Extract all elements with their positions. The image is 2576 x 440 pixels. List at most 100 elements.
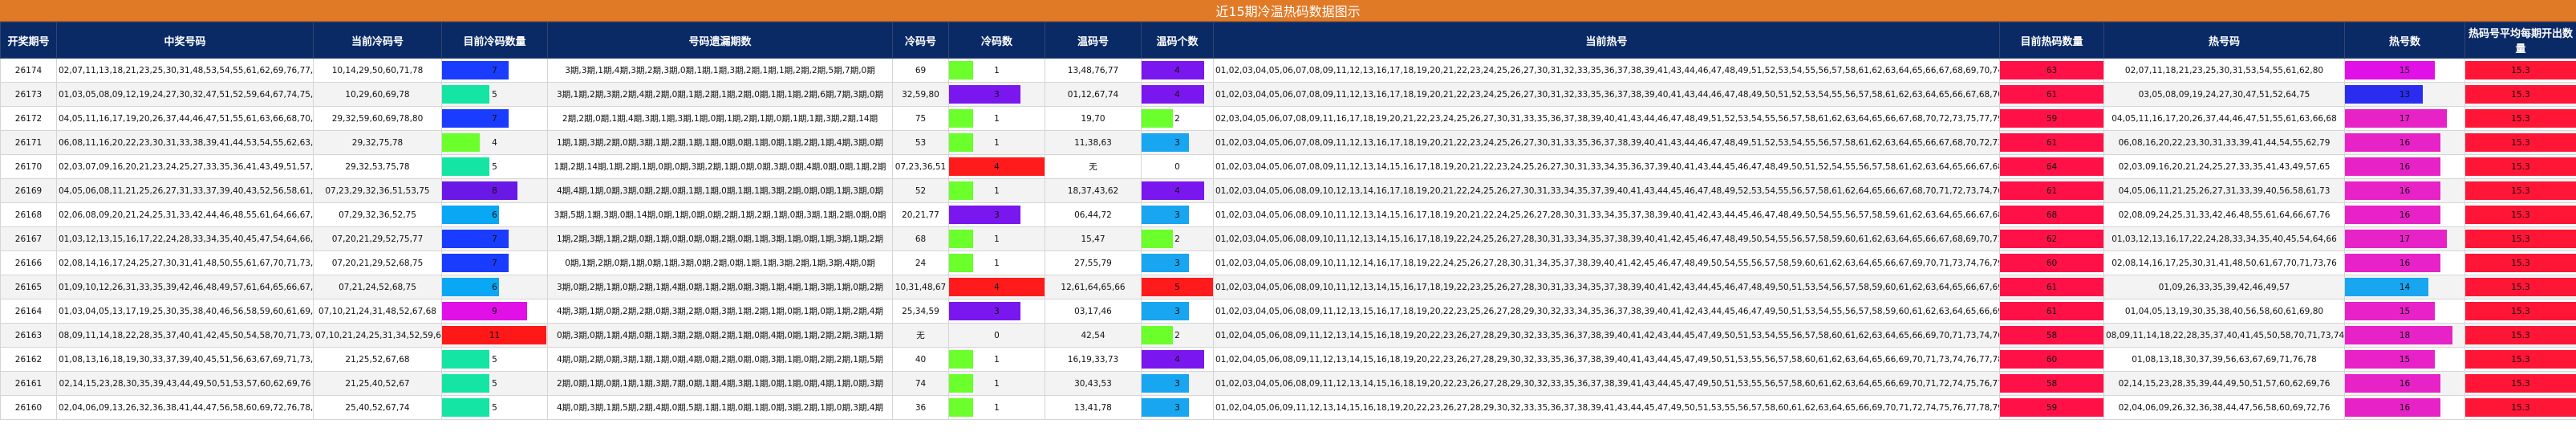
hot-average-cell: 15.3 (2464, 82, 2576, 107)
cold-n-cell: 0 (948, 323, 1045, 348)
warm-number-cell: 06,44,72 (1045, 202, 1142, 227)
cold-count-bar (442, 374, 489, 393)
hot-number-cell: 01,09,26,33,35,39,42,46,49,57 (2103, 275, 2345, 299)
header-current-cold: 当前冷码号 (313, 22, 442, 59)
table-row: 26162 01,08,13,16,18,19,30,33,37,39,40,45… (0, 347, 2576, 372)
hot-count-label: 61 (2046, 306, 2058, 316)
cold-count-bar (442, 133, 481, 152)
hot-number-cell: 02,03,09,16,20,21,24,25,27,33,35,41,43,4… (2103, 154, 2345, 179)
period-cell: 26169 (0, 178, 57, 203)
hot-average-cell: 15.3 (2464, 299, 2576, 324)
hot-number-cell: 03,05,08,09,19,24,27,30,47,51,52,64,75 (2103, 82, 2345, 107)
header-cold-number-count: 冷码数 (948, 22, 1045, 59)
cold-n-label: 1 (994, 113, 1000, 124)
hot-average-label: 15.3 (2511, 161, 2530, 172)
hot-n-bar (2345, 278, 2429, 296)
warm-count-bar (1142, 398, 1189, 417)
cold-n-cell: 1 (948, 226, 1045, 251)
hot-n-label: 17 (2399, 113, 2411, 124)
winning-numbers-cell: 01,03,04,05,13,17,19,25,30,35,38,40,46,5… (56, 299, 314, 324)
hot-count-cell: 59 (1999, 395, 2104, 420)
hot-count-label: 61 (2046, 89, 2058, 100)
cold-count-label: 4 (492, 137, 497, 148)
cold-n-label: 3 (994, 89, 1000, 100)
cold-n-label: 3 (994, 210, 1000, 220)
hot-count-label: 58 (2046, 330, 2058, 340)
period-cell: 26173 (0, 82, 57, 107)
hot-count-label: 64 (2046, 161, 2058, 172)
cold-number-cell: 74 (892, 371, 949, 396)
cold-n-cell: 4 (948, 275, 1045, 299)
omission-cell: 4期,3期,1期,0期,2期,2期,0期,3期,2期,0期,3期,1期,2期,1… (547, 299, 893, 324)
warm-number-cell: 11,38,63 (1045, 130, 1142, 155)
cold-n-bar (949, 302, 1021, 320)
omission-cell: 3期,5期,1期,3期,0期,14期,0期,1期,0期,0期,2期,1期,2期,… (547, 202, 893, 227)
cold-n-bar (949, 133, 973, 152)
current-cold-cell: 10,14,29,50,60,71,78 (313, 58, 442, 83)
current-hot-cell: 01,02,03,04,05,06,08,09,11,12,13,14,15,1… (1213, 371, 2000, 396)
cold-number-cell: 无 (892, 323, 949, 348)
current-hot-cell: 01,02,03,04,05,06,08,09,10,11,12,13,14,1… (1213, 226, 2000, 251)
current-cold-cell: 29,32,59,60,69,78,80 (313, 106, 442, 131)
hot-average-cell: 15.3 (2464, 323, 2576, 348)
cold-number-cell: 53 (892, 130, 949, 155)
table-row: 26168 02,06,08,09,20,21,24,25,31,33,42,44… (0, 202, 2576, 227)
warm-count-label: 2 (1174, 234, 1180, 244)
cold-count-label: 7 (492, 258, 497, 268)
hot-n-cell: 15 (2344, 58, 2465, 83)
hot-n-label: 16 (2399, 185, 2411, 196)
hot-count-cell: 59 (1999, 106, 2104, 131)
hot-n-bar (2345, 206, 2441, 224)
hot-n-label: 16 (2399, 161, 2411, 172)
hot-average-cell: 15.3 (2464, 202, 2576, 227)
hot-n-label: 16 (2399, 258, 2411, 268)
cold-n-bar (949, 109, 973, 128)
hot-n-cell: 16 (2344, 251, 2465, 275)
winning-numbers-cell: 06,08,11,16,20,22,23,30,31,33,38,39,41,4… (56, 130, 314, 155)
hot-count-cell: 60 (1999, 251, 2104, 275)
cold-count-label: 6 (492, 210, 497, 220)
warm-number-cell: 13,48,76,77 (1045, 58, 1142, 83)
warm-number-cell: 无 (1045, 154, 1142, 179)
cold-count-cell: 6 (441, 275, 548, 299)
cold-n-bar (949, 181, 973, 200)
omission-cell: 2期,0期,1期,0期,1期,1期,3期,7期,0期,1期,4期,3期,1期,0… (547, 371, 893, 396)
cold-number-cell: 75 (892, 106, 949, 131)
winning-numbers-cell: 04,05,06,08,11,21,25,26,27,31,33,37,39,4… (56, 178, 314, 203)
warm-count-label: 3 (1174, 378, 1180, 389)
omission-cell: 1期,2期,3期,1期,2期,0期,1期,0期,0期,0期,2期,0期,1期,3… (547, 226, 893, 251)
warm-number-cell: 19,70 (1045, 106, 1142, 131)
cold-n-cell: 3 (948, 202, 1045, 227)
cold-count-bar (442, 278, 499, 296)
period-cell: 26167 (0, 226, 57, 251)
winning-numbers-cell: 01,08,13,16,18,19,30,33,37,39,40,45,51,5… (56, 347, 314, 372)
warm-number-cell: 13,41,78 (1045, 395, 1142, 420)
hot-number-cell: 02,14,15,23,28,35,39,44,49,50,51,57,60,6… (2103, 371, 2345, 396)
cold-n-label: 1 (994, 258, 1000, 268)
cold-count-bar (442, 350, 489, 369)
header-cold-count: 目前冷码数量 (441, 22, 548, 59)
cold-n-label: 1 (994, 137, 1000, 148)
cold-count-cell: 5 (441, 347, 548, 372)
cold-n-cell: 4 (948, 154, 1045, 179)
hot-n-cell: 14 (2344, 275, 2465, 299)
header-period: 开奖期号 (0, 22, 57, 59)
hot-count-label: 61 (2046, 185, 2058, 196)
hot-n-bar (2345, 157, 2441, 176)
period-cell: 26163 (0, 323, 57, 348)
omission-cell: 0期,1期,2期,0期,1期,0期,1期,3期,0期,2期,0期,1期,1期,3… (547, 251, 893, 275)
hot-count-label: 61 (2046, 137, 2058, 148)
cold-number-cell: 10,31,48,67 (892, 275, 949, 299)
hot-average-cell: 15.3 (2464, 395, 2576, 420)
omission-cell: 0期,3期,0期,1期,4期,0期,1期,3期,2期,0期,2期,1期,0期,4… (547, 323, 893, 348)
warm-count-cell: 2 (1141, 106, 1214, 131)
cold-number-cell: 68 (892, 226, 949, 251)
warm-count-bar (1142, 350, 1205, 369)
current-cold-cell: 21,25,40,52,67 (313, 371, 442, 396)
cold-count-label: 7 (492, 65, 497, 75)
cold-count-cell: 8 (441, 178, 548, 203)
hot-count-cell: 68 (1999, 202, 2104, 227)
hot-average-cell: 15.3 (2464, 58, 2576, 83)
warm-count-cell: 4 (1141, 82, 1214, 107)
cold-count-label: 11 (489, 330, 501, 340)
